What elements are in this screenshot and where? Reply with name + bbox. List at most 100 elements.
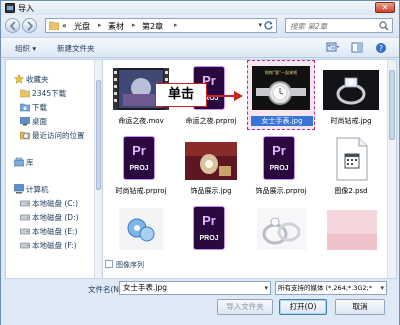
filename-value: 女士手表.jpg (123, 283, 167, 292)
chevron-down-icon[interactable]: ▾ (380, 282, 384, 294)
scrollbar-thumb[interactable] (96, 80, 101, 190)
pr-icon-subtext: PROJ (269, 165, 289, 172)
file-tile[interactable]: Pr PROJ 时尚钻戒.prproj (109, 132, 173, 200)
folder-icon (20, 89, 30, 98)
file-list: 命运之夜.mov Pr PROJ 命运之夜.prproj 购物“惠”一起来吧 女士… (102, 59, 397, 279)
breadcrumb-separator: ▸ (98, 21, 102, 29)
file-tile-selected[interactable]: 购物“惠”一起来吧 女士手表.jpg (247, 60, 315, 130)
desktop-icon (20, 117, 30, 126)
file-name: 命运之夜.prproj (185, 117, 237, 125)
breadcrumb-separator: ▸ (132, 21, 136, 29)
library-icon (14, 157, 24, 167)
file-name: 女士手表.jpg (251, 116, 313, 126)
new-folder-button[interactable]: 新建文件夹 (57, 43, 95, 54)
click-callout: 单击 (155, 83, 207, 107)
sidebar-item-libraries[interactable]: 库 (14, 157, 94, 168)
breadcrumb-material[interactable]: 素材 (108, 21, 124, 32)
file-tile[interactable]: Pr PROJ (179, 202, 243, 270)
sidebar-label: 收藏夹 (26, 75, 49, 84)
sidebar-label: 2345下载 (32, 89, 67, 98)
file-name: 时尚钻戒.prproj (115, 187, 167, 195)
open-button[interactable]: 打开(O) (279, 299, 327, 315)
file-tile[interactable]: 饰品展示.jpg (179, 132, 243, 200)
file-tile[interactable]: Pr PROJ 饰品展示.prproj (249, 132, 313, 200)
sidebar-item-computer[interactable]: 计算机 (14, 184, 94, 195)
download-folder-icon (20, 103, 30, 112)
psd-file-icon (336, 137, 368, 181)
app-icon (5, 3, 15, 13)
back-arrow-icon (9, 21, 16, 31)
refresh-icon[interactable] (263, 20, 274, 31)
sidebar-label: 下载 (32, 103, 47, 112)
svg-text:?: ? (379, 44, 383, 53)
file-tile[interactable] (319, 202, 383, 270)
address-prefix[interactable]: « (62, 21, 67, 30)
cancel-button[interactable]: 取消 (335, 299, 385, 315)
arrow-right-icon (206, 91, 243, 101)
breadcrumb-cd[interactable]: 光盘 (74, 21, 90, 32)
filename-input[interactable]: 女士手表.jpg ▾ (119, 281, 271, 295)
title-bar: 导入 ✕ (1, 1, 399, 15)
sidebar-item-downloads[interactable]: 下载 (20, 102, 94, 113)
earring-thumbnail (119, 208, 163, 250)
preview-pane-icon[interactable] (351, 42, 363, 53)
sidebar-label: 最近访问的位置 (32, 131, 85, 140)
premiere-project-icon: Pr PROJ (123, 136, 155, 180)
address-row: « 光盘 ▸ 素材 ▸ 第2章 ▸ ▾ 搜索 第2章 (1, 15, 399, 37)
help-icon[interactable]: ? (375, 42, 387, 54)
breadcrumb-separator: ▸ (174, 21, 178, 29)
premiere-project-icon: Pr PROJ (263, 136, 295, 180)
pink-image-thumbnail (327, 210, 377, 250)
toolbar: 组织 ▾ 新建文件夹 ? (1, 37, 399, 58)
sidebar-item-2345-download[interactable]: 2345下载 (20, 88, 94, 99)
import-folder-button[interactable]: 导入文件夹 (217, 299, 273, 315)
search-box[interactable]: 搜索 第2章 (285, 18, 393, 33)
sidebar-label: 库 (26, 158, 34, 167)
search-placeholder: 搜索 第2章 (290, 22, 328, 31)
file-tile[interactable] (249, 202, 313, 270)
navigation-pane: 收藏夹 2345下载 下载 桌面 最近访问的位置 库 计算机 本地磁盘 (C:)… (5, 59, 101, 279)
forward-button[interactable] (22, 18, 37, 33)
sidebar-scrollbar[interactable] (94, 60, 101, 278)
close-button[interactable]: ✕ (375, 2, 395, 13)
file-type-select[interactable]: 所有支持的媒体 (*.264;*.3G2;* ▾ (275, 281, 387, 295)
sidebar-item-drive-c[interactable]: 本地磁盘 (C:) (20, 198, 94, 209)
window-title: 导入 (18, 4, 34, 13)
sidebar-item-drive-d[interactable]: 本地磁盘 (D:) (20, 212, 94, 223)
chevron-down-icon[interactable]: ▾ (264, 282, 268, 294)
pr-icon-subtext: PROJ (199, 235, 219, 242)
file-list-scrollbar[interactable] (387, 60, 396, 278)
scrollbar-thumb[interactable] (389, 70, 395, 140)
address-bar[interactable]: « 光盘 ▸ 素材 ▸ 第2章 ▸ ▾ (45, 18, 277, 33)
sidebar-label: 桌面 (32, 117, 47, 126)
breadcrumb-chapter2[interactable]: 第2章 (142, 21, 163, 32)
sidebar-item-recent-places[interactable]: 最近访问的位置 (20, 130, 94, 141)
jewelry-thumbnail (185, 142, 237, 180)
recent-places-icon (20, 131, 30, 140)
back-button[interactable] (5, 18, 20, 33)
sidebar-label: 本地磁盘 (F:) (32, 241, 77, 250)
watch-thumbnail: 购物“惠”一起来吧 (252, 66, 310, 110)
image-sequence-checkbox[interactable] (105, 260, 113, 268)
file-name: 图像2.psd (334, 187, 368, 195)
file-tile[interactable]: 图像2.psd (319, 132, 383, 200)
address-dropdown-icon[interactable]: ▾ (258, 21, 262, 29)
dialog-footer: 文件名(N): 女士手表.jpg ▾ 所有支持的媒体 (*.264;*.3G2;… (1, 279, 399, 325)
search-icon (379, 21, 389, 31)
sidebar-label: 本地磁盘 (E:) (32, 227, 78, 236)
sidebar-item-desktop[interactable]: 桌面 (20, 116, 94, 127)
forward-arrow-icon (27, 21, 34, 31)
star-icon (14, 74, 24, 84)
sidebar-item-drive-e[interactable]: 本地磁盘 (E:) (20, 226, 94, 237)
pr-icon-text: Pr (272, 143, 286, 158)
sidebar-item-favorites[interactable]: 收藏夹 (14, 74, 94, 85)
file-name: 饰品展示.jpg (190, 187, 232, 195)
sidebar-item-drive-f[interactable]: 本地磁盘 (F:) (20, 240, 94, 251)
computer-icon (14, 184, 24, 194)
file-name: 时尚钻戒.jpg (330, 117, 372, 125)
import-dialog: 导入 ✕ « 光盘 ▸ 素材 ▸ 第2章 ▸ ▾ 搜索 第2章 组织 ▾ 新建文… (0, 0, 400, 325)
pr-icon-text: Pr (202, 213, 216, 228)
organize-menu[interactable]: 组织 ▾ (15, 43, 36, 54)
file-tile[interactable]: 时尚钻戒.jpg (319, 62, 383, 130)
view-options-icon[interactable] (326, 42, 340, 53)
